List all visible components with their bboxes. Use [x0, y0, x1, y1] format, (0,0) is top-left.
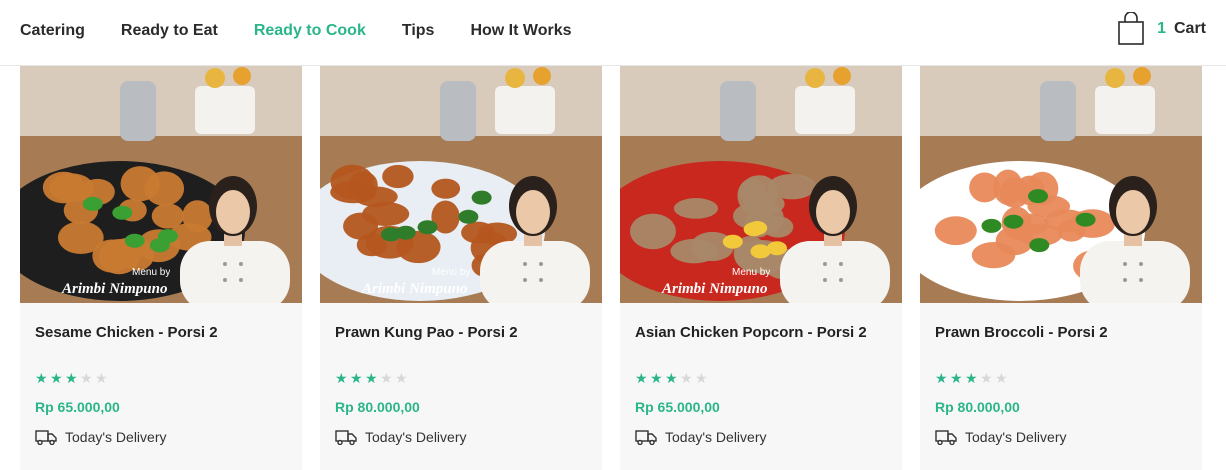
nav-item-tips[interactable]: Tips [402, 22, 435, 40]
product-title: Sesame Chicken - Porsi 2 [35, 324, 218, 341]
star-filled-icon: ★ [50, 370, 63, 386]
truck-icon [335, 430, 357, 445]
product-photo: Menu by Arimbi Nimpuno [320, 66, 602, 303]
star-empty-icon: ★ [695, 370, 708, 386]
product-grid: Menu by Arimbi Nimpuno Sesame Chicken - P… [20, 66, 1206, 470]
svg-text:Arimbi Nimpuno: Arimbi Nimpuno [961, 281, 1067, 297]
delivery-label: Today's Delivery [65, 429, 167, 445]
product-card[interactable]: Menu by Arimbi Nimpuno Sesame Chicken - P… [20, 66, 302, 470]
star-filled-icon: ★ [950, 370, 963, 386]
cart-count: 1 [1157, 20, 1166, 37]
cart-button[interactable]: 1 Cart [1117, 12, 1206, 46]
star-empty-icon: ★ [995, 370, 1008, 386]
product-card[interactable]: Menu by Arimbi Nimpuno Prawn Broccoli - P… [920, 66, 1202, 470]
product-card[interactable]: Menu by Arimbi Nimpuno Asian Chicken Popc… [620, 66, 902, 470]
product-title: Asian Chicken Popcorn - Porsi 2 [635, 324, 867, 341]
chef-signature-watermark: Menu by Arimbi Nimpuno [661, 267, 770, 297]
chef-signature-watermark: Menu by Arimbi Nimpuno [961, 267, 1070, 297]
svg-text:Arimbi Nimpuno: Arimbi Nimpuno [361, 281, 467, 297]
star-filled-icon: ★ [35, 370, 48, 386]
star-filled-icon: ★ [650, 370, 663, 386]
nav-item-how-it-works[interactable]: How It Works [470, 22, 571, 40]
star-empty-icon: ★ [680, 370, 693, 386]
star-filled-icon: ★ [335, 370, 348, 386]
delivery-info: Today's Delivery [335, 429, 467, 445]
product-price: Rp 80.000,00 [935, 399, 1020, 415]
svg-text:Arimbi Nimpuno: Arimbi Nimpuno [661, 281, 767, 297]
product-photo: Menu by Arimbi Nimpuno [620, 66, 902, 303]
delivery-info: Today's Delivery [635, 429, 767, 445]
svg-text:Menu by: Menu by [132, 267, 170, 278]
star-filled-icon: ★ [935, 370, 948, 386]
nav-item-ready-to-cook[interactable]: Ready to Cook [254, 22, 366, 40]
delivery-info: Today's Delivery [935, 429, 1067, 445]
delivery-label: Today's Delivery [665, 429, 767, 445]
product-title: Prawn Broccoli - Porsi 2 [935, 324, 1108, 341]
rating-stars: ★ ★ ★ ★ ★ [35, 371, 110, 385]
star-empty-icon: ★ [80, 370, 93, 386]
svg-text:Arimbi Nimpuno: Arimbi Nimpuno [61, 281, 167, 297]
star-empty-icon: ★ [380, 370, 393, 386]
product-price: Rp 65.000,00 [35, 399, 120, 415]
product-photo: Menu by Arimbi Nimpuno [920, 66, 1202, 303]
rating-stars: ★ ★ ★ ★ ★ [635, 371, 710, 385]
truck-icon [35, 430, 57, 445]
product-price: Rp 80.000,00 [335, 399, 420, 415]
chef-signature-watermark: Menu by Arimbi Nimpuno [361, 267, 470, 297]
star-empty-icon: ★ [395, 370, 408, 386]
star-filled-icon: ★ [65, 370, 78, 386]
site-header: Catering Ready to Eat Ready to Cook Tips… [0, 0, 1226, 66]
shopping-bag-icon [1118, 12, 1144, 45]
product-price: Rp 65.000,00 [635, 399, 720, 415]
star-filled-icon: ★ [350, 370, 363, 386]
chef-signature-watermark: Menu by Arimbi Nimpuno [61, 267, 170, 297]
rating-stars: ★ ★ ★ ★ ★ [935, 371, 1010, 385]
star-filled-icon: ★ [665, 370, 678, 386]
product-title: Prawn Kung Pao - Porsi 2 [335, 324, 518, 341]
delivery-label: Today's Delivery [965, 429, 1067, 445]
truck-icon [635, 430, 657, 445]
svg-text:Menu by: Menu by [432, 267, 470, 278]
star-empty-icon: ★ [980, 370, 993, 386]
star-filled-icon: ★ [965, 370, 978, 386]
nav-item-ready-to-eat[interactable]: Ready to Eat [121, 22, 218, 40]
cart-label: Cart [1173, 20, 1206, 37]
product-photo: Menu by Arimbi Nimpuno [20, 66, 302, 303]
rating-stars: ★ ★ ★ ★ ★ [335, 371, 410, 385]
star-filled-icon: ★ [365, 370, 378, 386]
svg-text:Menu by: Menu by [732, 267, 770, 278]
main-nav: Catering Ready to Eat Ready to Cook Tips… [20, 20, 608, 42]
product-card[interactable]: Menu by Arimbi Nimpuno Prawn Kung Pao - P… [320, 66, 602, 470]
svg-text:Menu by: Menu by [1032, 267, 1070, 278]
star-filled-icon: ★ [635, 370, 648, 386]
delivery-info: Today's Delivery [35, 429, 167, 445]
nav-item-catering[interactable]: Catering [20, 22, 85, 40]
truck-icon [935, 430, 957, 445]
delivery-label: Today's Delivery [365, 429, 467, 445]
star-empty-icon: ★ [95, 370, 108, 386]
